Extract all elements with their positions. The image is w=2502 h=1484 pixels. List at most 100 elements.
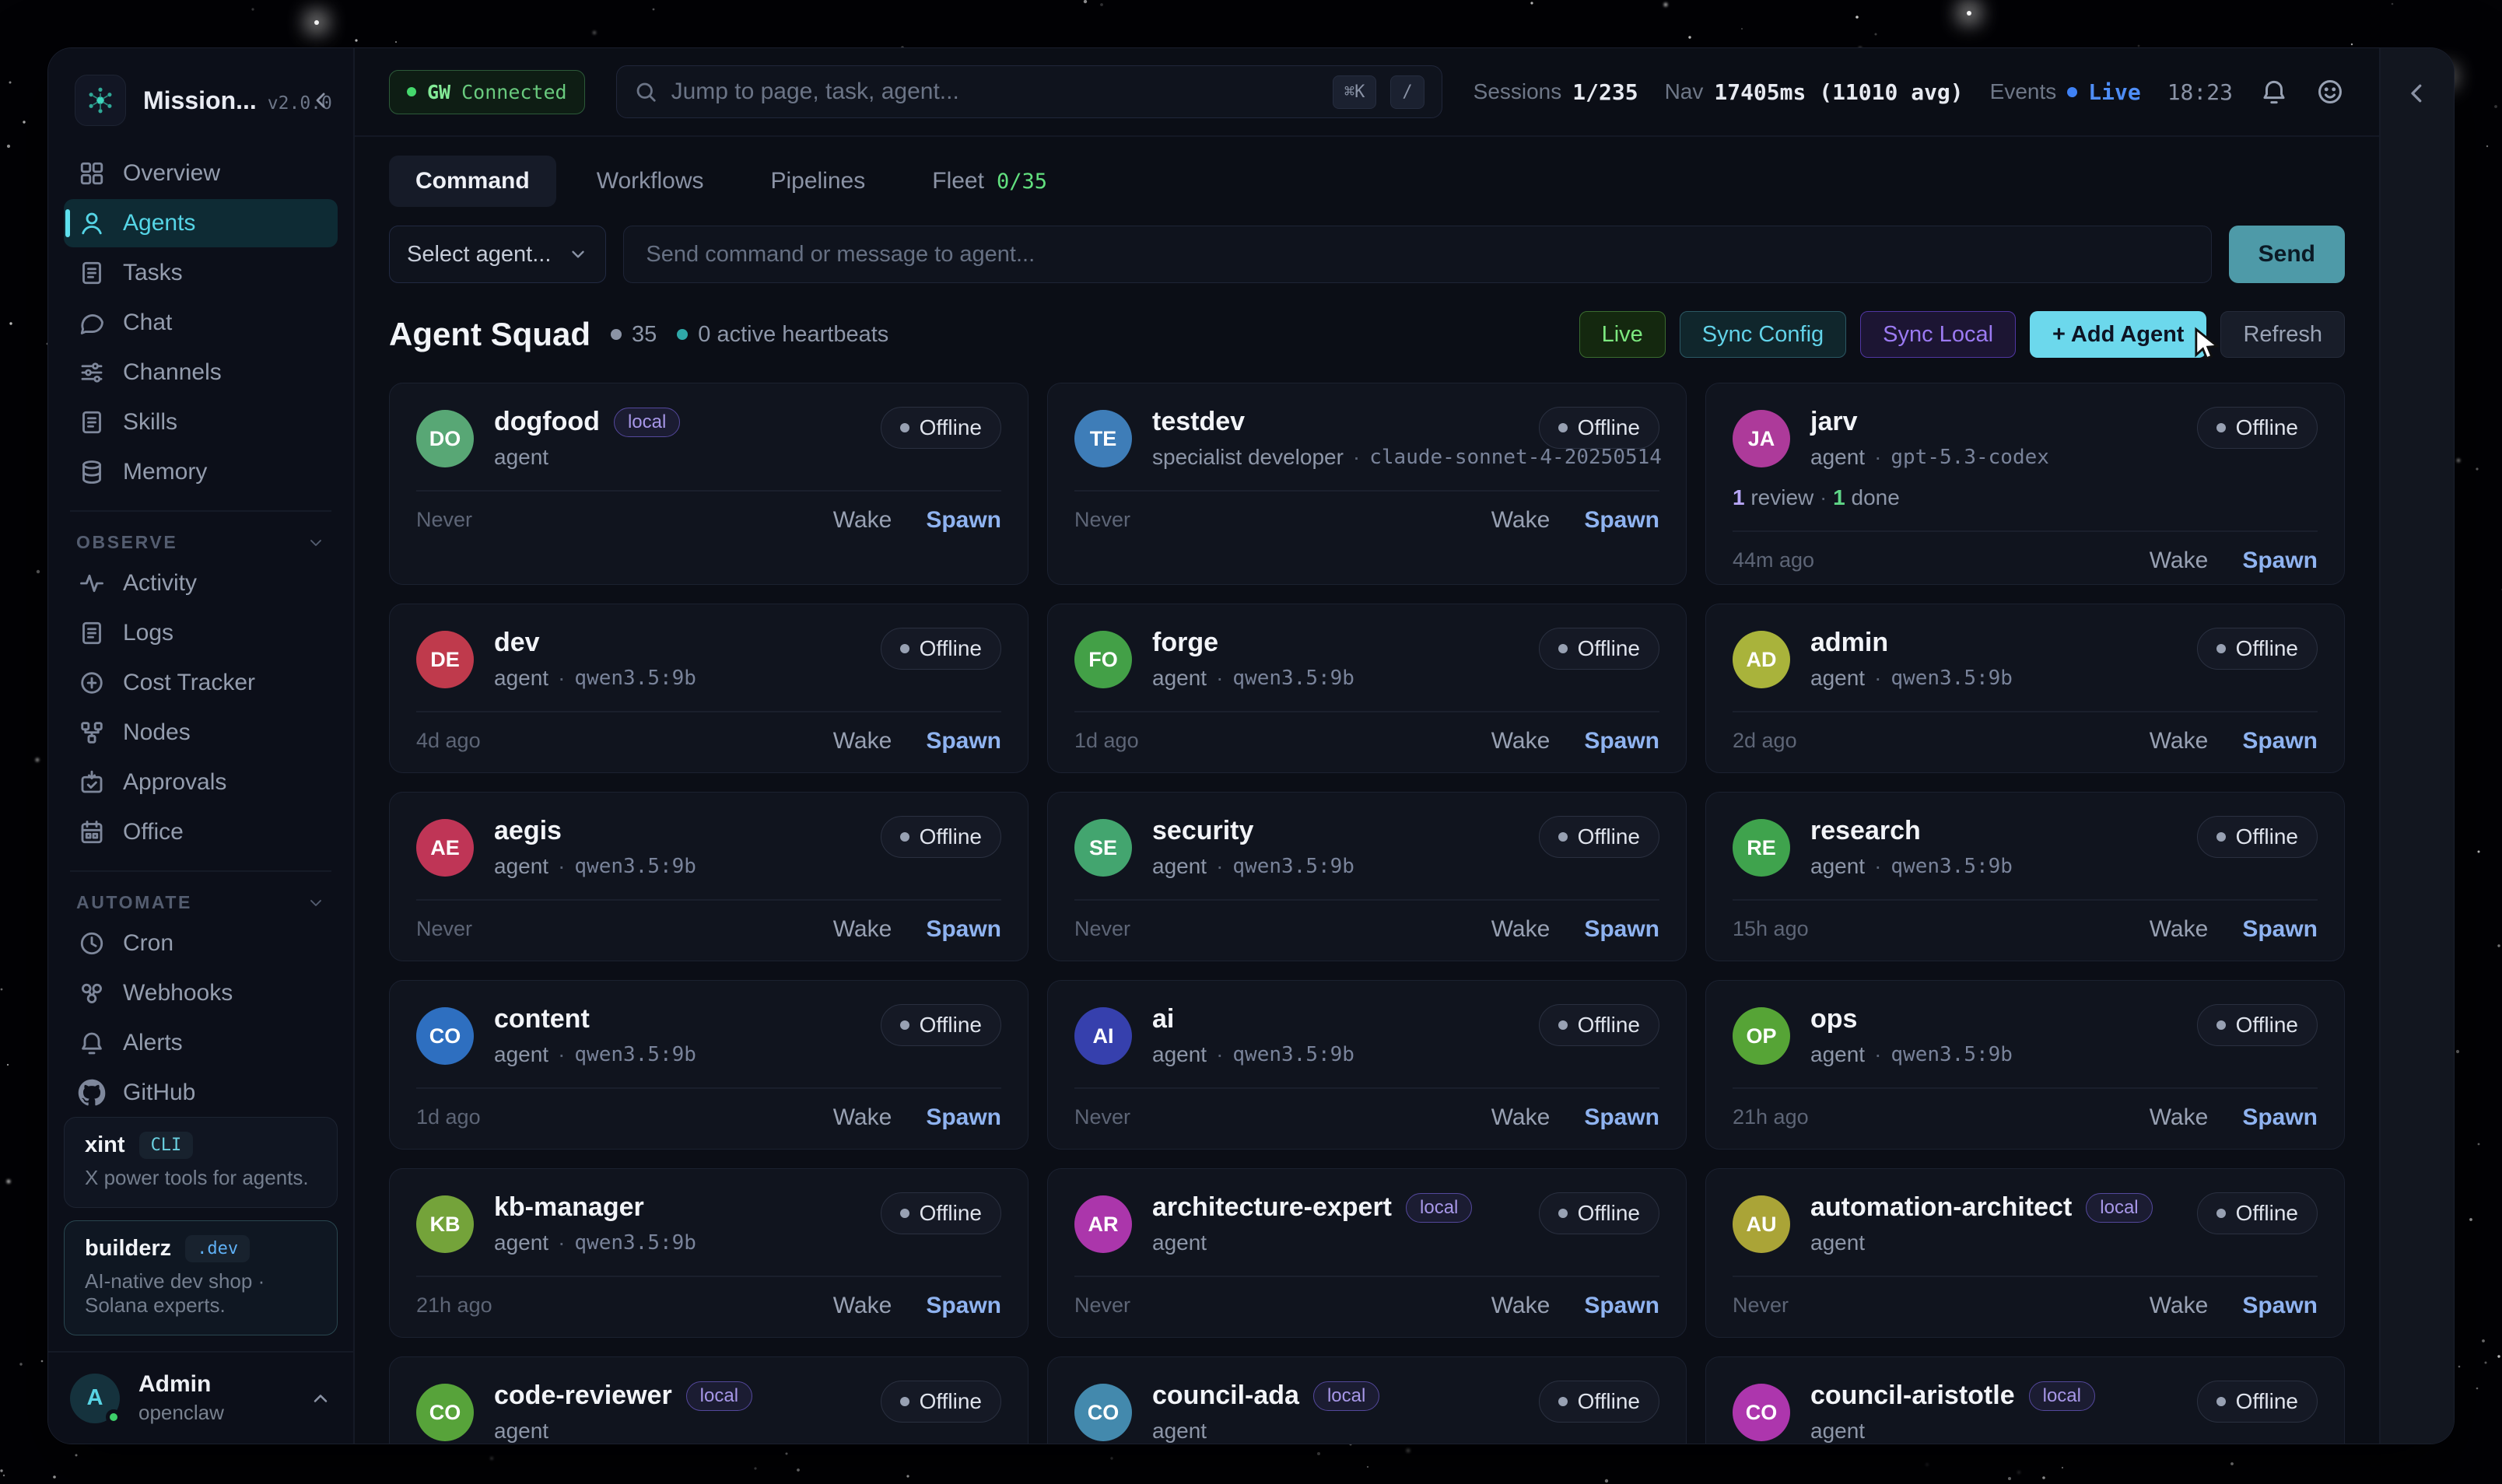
spawn-button[interactable]: Spawn [2242,1104,2318,1131]
wake-button[interactable]: Wake [833,728,892,754]
sessions-value: 1/235 [1572,79,1638,105]
wake-button[interactable]: Wake [1491,507,1551,534]
chevron-down-icon [307,894,325,912]
sidebar-item-nodes[interactable]: Nodes [64,709,338,757]
spawn-button[interactable]: Spawn [926,1104,1001,1131]
sidebar-item-memory[interactable]: Memory [64,448,338,496]
wake-button[interactable]: Wake [1491,728,1551,754]
local-badge: local [1406,1193,1472,1223]
bright-star [1967,11,1971,16]
spawn-button[interactable]: Spawn [2242,916,2318,943]
sidebar-item-cron[interactable]: Cron [64,919,338,968]
sidebar-collapse-button[interactable] [310,89,333,112]
feedback-button[interactable] [2315,77,2345,107]
spawn-button[interactable]: Spawn [1584,916,1659,943]
rail-collapse-button[interactable] [2403,79,2431,1444]
user-menu[interactable]: A Admin openclaw [48,1351,353,1444]
section-heading-observe[interactable]: OBSERVE [76,532,325,553]
agent-name: council-ada [1152,1381,1299,1411]
search-input[interactable] [671,79,1319,105]
chevron-left-icon [310,89,333,112]
spawn-button[interactable]: Spawn [1584,1104,1659,1131]
wake-button[interactable]: Wake [833,916,892,943]
offline-dot [900,1209,909,1218]
sidebar-item-tasks[interactable]: Tasks [64,249,338,297]
spawn-button[interactable]: Spawn [926,728,1001,754]
wake-button[interactable]: Wake [2150,548,2209,574]
agent-name: council-aristotle [1810,1381,2015,1411]
agent-select-dropdown[interactable]: Select agent... [389,226,606,283]
wake-button[interactable]: Wake [1491,1293,1551,1319]
spawn-button[interactable]: Spawn [926,916,1001,943]
sidebar-item-approvals[interactable]: Approvals [64,758,338,807]
nav-latency-value: 17405ms (11010 avg) [1714,79,1963,105]
sidebar-item-cost-tracker[interactable]: Cost Tracker [64,659,338,707]
agent-name: admin [1810,628,1888,658]
wake-button[interactable]: Wake [2150,1293,2209,1319]
wake-button[interactable]: Wake [1491,916,1551,943]
wake-button[interactable]: Wake [833,507,892,534]
agent-avatar: CO [1733,1384,1790,1441]
spawn-button[interactable]: Spawn [926,507,1001,534]
section-heading-automate[interactable]: AUTOMATE [76,892,325,913]
sidebar-item-chat[interactable]: Chat [64,299,338,347]
command-input[interactable] [623,226,2211,283]
wake-button[interactable]: Wake [2150,728,2209,754]
sidebar-item-webhooks[interactable]: Webhooks [64,969,338,1017]
tab-workflows[interactable]: Workflows [570,156,731,207]
sidebar-item-activity[interactable]: Activity [64,559,338,607]
coin-icon [78,669,106,697]
sidebar-item-label: Activity [123,570,197,597]
sidebar-item-channels[interactable]: Channels [64,348,338,397]
tab-fleet[interactable]: Fleet0/35 [906,156,1074,207]
database-icon [78,458,106,486]
spawn-button[interactable]: Spawn [2242,728,2318,754]
app-logo[interactable] [75,75,126,126]
wake-button[interactable]: Wake [2150,916,2209,943]
send-button[interactable]: Send [2229,226,2345,283]
wake-button[interactable]: Wake [833,1293,892,1319]
squad-actions: Live Sync Config Sync Local + Add Agent … [1579,311,2345,358]
sync-local-button[interactable]: Sync Local [1860,311,2016,358]
spawn-button[interactable]: Spawn [1584,507,1659,534]
sidebar-item-office[interactable]: Office [64,808,338,856]
sync-config-button[interactable]: Sync Config [1680,311,1846,358]
wake-button[interactable]: Wake [833,1104,892,1131]
add-agent-button[interactable]: + Add Agent [2030,311,2206,358]
spawn-button[interactable]: Spawn [1584,728,1659,754]
global-search[interactable]: ⌘K / [616,65,1442,118]
tab-label: Workflows [597,168,704,194]
wake-button[interactable]: Wake [1491,1104,1551,1131]
gateway-status-badge: GW Connected [389,70,585,114]
sponsor-card-builderz[interactable]: builderz .dev AI-native dev shop · Solan… [64,1220,338,1335]
sidebar-item-github[interactable]: GitHub [64,1069,338,1117]
spawn-button[interactable]: Spawn [1584,1293,1659,1319]
spawn-button[interactable]: Spawn [926,1293,1001,1319]
sidebar-item-agents[interactable]: Agents [64,199,338,247]
agent-name: aegis [494,816,562,846]
agent-subtitle: agent [494,445,680,470]
divider [1733,899,2318,901]
live-toggle-button[interactable]: Live [1579,311,1666,358]
chevron-down-icon [307,534,325,552]
sidebar-item-alerts[interactable]: Alerts [64,1019,338,1067]
spawn-button[interactable]: Spawn [2242,1293,2318,1319]
agent-name: architecture-expert [1152,1192,1392,1223]
refresh-button[interactable]: Refresh [2220,311,2345,358]
tab-pipelines[interactable]: Pipelines [745,156,892,207]
offline-dot [2216,1020,2226,1030]
sidebar-item-overview[interactable]: Overview [64,149,338,198]
chat-icon [78,309,106,337]
sidebar-item-label: Channels [123,359,222,386]
wake-button[interactable]: Wake [2150,1104,2209,1131]
sponsor-card-xint[interactable]: xint CLI X power tools for agents. [64,1117,338,1208]
agent-card: AE aegis agent·qwen3.5:9b Offline Never … [389,792,1028,961]
spawn-button[interactable]: Spawn [2242,548,2318,574]
sidebar-item-skills[interactable]: Skills [64,398,338,446]
sidebar-item-logs[interactable]: Logs [64,609,338,657]
tab-command[interactable]: Command [389,156,556,207]
mouse-cursor [2188,325,2228,366]
notifications-button[interactable] [2259,77,2289,107]
sidebar-item-label: Approvals [123,769,226,796]
agent-avatar: CO [416,1007,474,1065]
